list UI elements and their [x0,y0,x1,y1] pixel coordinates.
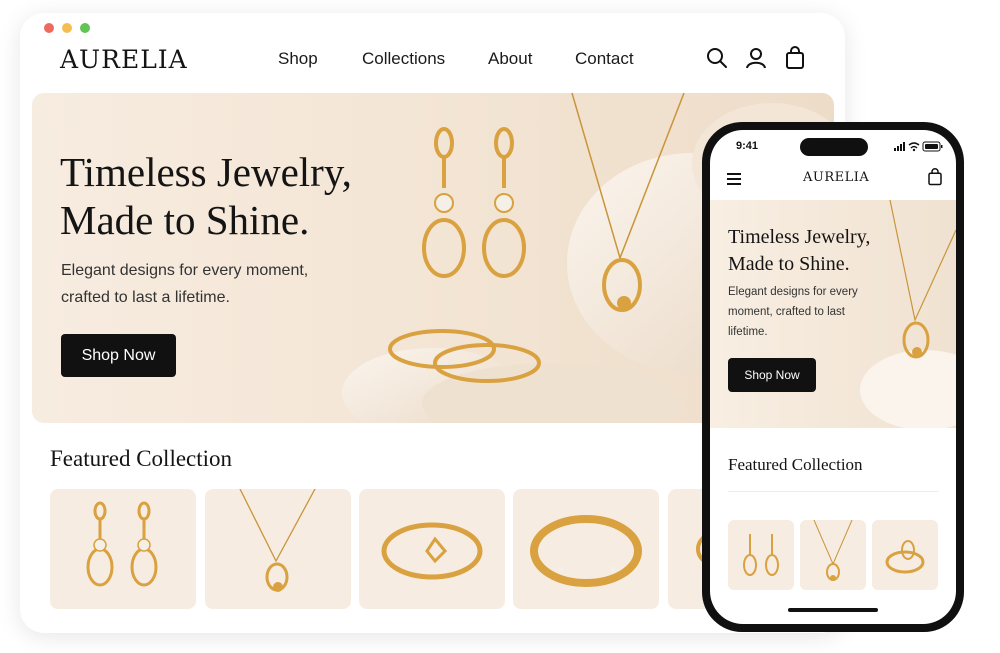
nav-shop[interactable]: Shop [278,49,318,69]
earrings-image [86,501,158,587]
product-card-bangle[interactable] [513,489,659,609]
product-card-earrings[interactable] [50,489,196,609]
phone-hero-subtitle-line2: moment, crafted to last [728,306,845,318]
menu-icon[interactable] [726,172,742,186]
phone-shop-now-button[interactable]: Shop Now [728,358,816,392]
product-card-ring[interactable] [359,489,505,609]
necklace-image [239,489,316,592]
status-time: 9:41 [736,140,759,152]
dynamic-island [800,138,868,156]
ring-image [381,522,483,580]
phone-featured-title: Featured Collection [728,455,863,474]
phone-product-earrings[interactable] [728,520,794,590]
nav-about[interactable]: About [488,49,532,69]
bangle-image [530,515,642,587]
hero-subtitle-line1: Elegant designs for every moment, [61,262,309,279]
bag-icon[interactable] [783,46,807,70]
search-icon[interactable] [705,46,729,70]
necklace-image [813,520,853,581]
phone-hero-title-line2: Made to Shine. [728,253,850,275]
hero-title-line1: Timeless Jewelry, [60,149,352,195]
bag-icon[interactable] [926,168,944,186]
battery-icon [922,141,943,152]
signal-icon [894,142,905,151]
phone-hero-subtitle: Elegant designs for every moment, crafte… [728,282,878,342]
phone-product-necklace[interactable] [800,520,866,590]
phone-frame: 9:41 AURELIA Timeless Jewelry, Made to S… [702,122,964,632]
hero-subtitle-line2: crafted to last a lifetime. [61,289,230,306]
brand-logo[interactable]: AURELIA [60,45,188,74]
close-dot[interactable] [44,23,54,33]
wifi-icon [908,142,920,152]
maximize-dot[interactable] [80,23,90,33]
home-indicator[interactable] [788,608,878,612]
status-icons [894,141,943,152]
nav-collections[interactable]: Collections [362,49,445,69]
phone-hero-title-line1: Timeless Jewelry, [728,226,871,248]
hero-title: Timeless Jewelry, Made to Shine. [60,148,440,244]
phone-hero-title: Timeless Jewelry, Made to Shine. [728,224,888,278]
phone-hero-subtitle-line3: lifetime. [728,326,768,338]
user-icon[interactable] [744,46,768,70]
shop-now-button[interactable]: Shop Now [61,334,176,377]
divider [728,491,938,492]
featured-collection-title: Featured Collection [50,446,233,471]
phone-product-ring[interactable] [872,520,938,590]
phone-hero-subtitle-line1: Elegant designs for every [728,286,858,298]
nav-contact[interactable]: Contact [575,49,634,69]
minimize-dot[interactable] [62,23,72,33]
phone-brand-logo[interactable]: AURELIA [803,170,869,185]
hero-subtitle: Elegant designs for every moment, crafte… [61,257,361,311]
product-card-necklace[interactable] [205,489,351,609]
earrings-image [743,534,779,576]
hero-title-line2: Made to Shine. [60,197,310,243]
phone-screen: 9:41 AURELIA Timeless Jewelry, Made to S… [710,130,956,624]
ring-image [885,540,925,574]
phone-hero-banner: Timeless Jewelry, Made to Shine. Elegant… [710,200,956,428]
